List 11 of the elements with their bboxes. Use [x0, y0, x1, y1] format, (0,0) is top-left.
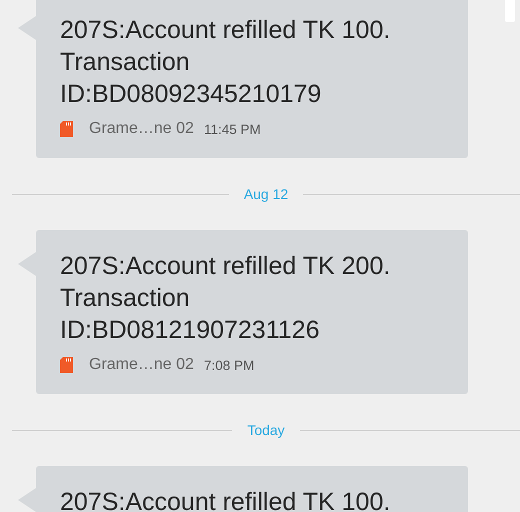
date-separator: Aug 12 [242, 186, 290, 202]
message-time: 11:45 PM [204, 122, 261, 136]
sim-name: Grame…ne 02 [89, 120, 194, 138]
message-text: 207S:Account refilled TK 100. Transaction ID:BD08092345210179 [60, 15, 392, 110]
message-text: 207S:Account refilled TK 200. Transaction ID:BD08121907231126 [60, 251, 392, 346]
sim-name: Grame…ne 02 [89, 356, 194, 374]
sim-card-icon [60, 121, 73, 137]
message-time: 7:08 PM [204, 358, 254, 372]
sim-card-icon [60, 357, 73, 373]
message-text: 207S:Account refilled TK 100. [60, 487, 392, 512]
date-separator: Today [246, 422, 286, 438]
